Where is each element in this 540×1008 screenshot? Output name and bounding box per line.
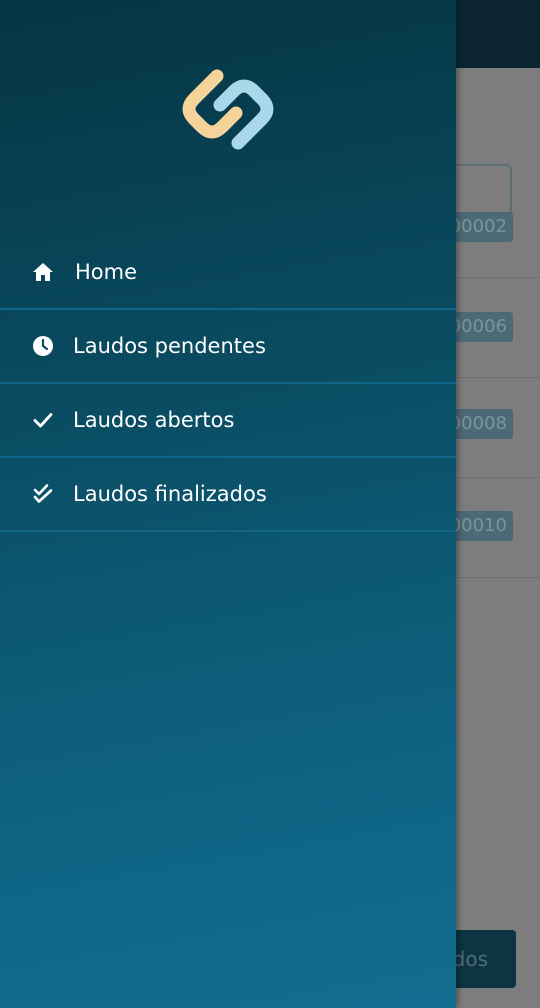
check-icon	[31, 408, 55, 432]
menu-item-label: Laudos abertos	[73, 408, 235, 432]
navigation-drawer: Home Laudos pendentes Laudos abertos Lau…	[0, 0, 456, 1008]
screen: 00002 00006 00008 00010 dos Home Laudos …	[0, 0, 540, 1008]
menu-item-laudos-pendentes[interactable]: Laudos pendentes	[0, 310, 456, 384]
drawer-menu: Home Laudos pendentes Laudos abertos Lau…	[0, 236, 456, 532]
menu-item-label: Laudos pendentes	[73, 334, 266, 358]
double-check-icon	[31, 482, 55, 506]
menu-item-label: Home	[75, 260, 138, 284]
home-icon	[31, 260, 55, 284]
app-logo	[180, 66, 276, 166]
menu-item-laudos-finalizados[interactable]: Laudos finalizados	[0, 458, 456, 532]
clock-icon	[31, 334, 55, 358]
menu-item-label: Laudos finalizados	[73, 482, 267, 506]
menu-item-home[interactable]: Home	[0, 236, 456, 310]
menu-item-laudos-abertos[interactable]: Laudos abertos	[0, 384, 456, 458]
